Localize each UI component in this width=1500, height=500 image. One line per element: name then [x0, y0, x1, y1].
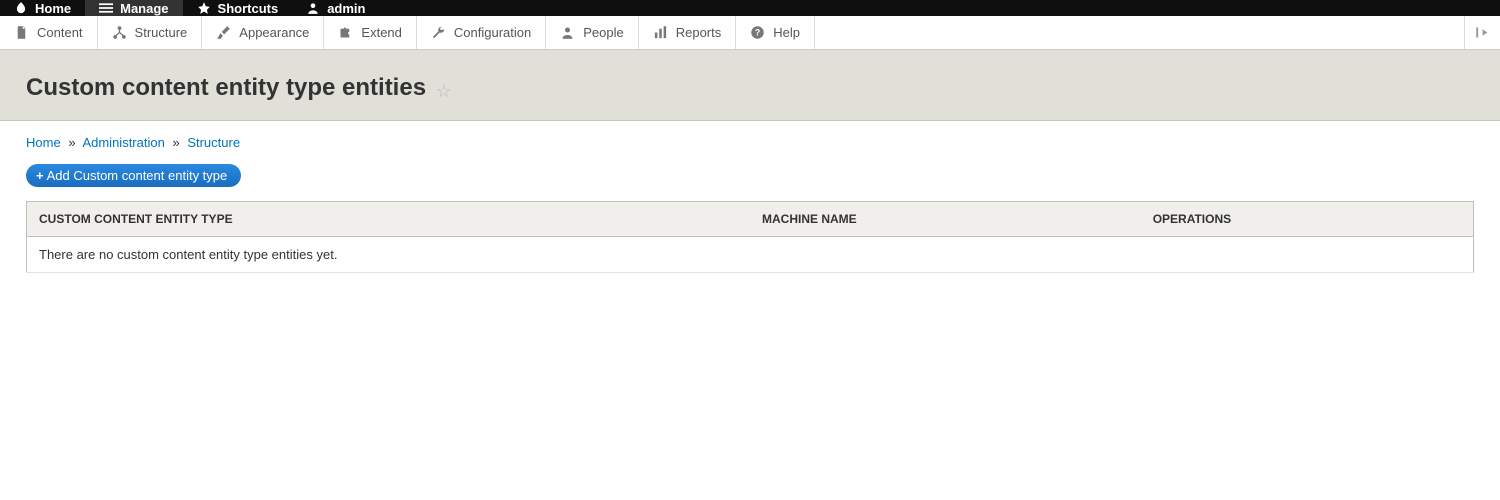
toolbar-manage-label: Manage	[120, 1, 168, 16]
entity-type-table: CUSTOM CONTENT ENTITY TYPE MACHINE NAME …	[26, 201, 1474, 273]
hamburger-icon	[99, 1, 113, 15]
user-icon	[306, 1, 320, 15]
menu-extend[interactable]: Extend	[324, 16, 416, 49]
file-icon	[14, 25, 29, 40]
menu-help[interactable]: ? Help	[736, 16, 815, 49]
title-region: Custom content entity type entities ☆	[0, 50, 1500, 121]
menu-structure[interactable]: Structure	[98, 16, 203, 49]
menu-appearance[interactable]: Appearance	[202, 16, 324, 49]
col-machine: MACHINE NAME	[750, 202, 1141, 237]
svg-text:?: ?	[755, 28, 760, 38]
menu-reports-label: Reports	[676, 25, 722, 40]
favorite-star-icon[interactable]: ☆	[436, 81, 452, 101]
breadcrumb-sep: »	[68, 135, 75, 150]
puzzle-icon	[338, 25, 353, 40]
star-icon	[197, 1, 211, 15]
wrench-icon	[431, 25, 446, 40]
breadcrumb-structure[interactable]: Structure	[187, 135, 240, 150]
toolbar-user-label: admin	[327, 1, 365, 16]
content-region: + Add Custom content entity type CUSTOM …	[0, 164, 1500, 299]
hierarchy-icon	[112, 25, 127, 40]
help-icon: ?	[750, 25, 765, 40]
toolbar-shortcuts[interactable]: Shortcuts	[183, 0, 293, 16]
table-empty-row: There are no custom content entity type …	[27, 237, 1474, 273]
menu-help-label: Help	[773, 25, 800, 40]
drupal-icon	[14, 1, 28, 15]
breadcrumb-administration[interactable]: Administration	[82, 135, 164, 150]
menu-appearance-label: Appearance	[239, 25, 309, 40]
toolbar-user[interactable]: admin	[292, 0, 379, 16]
page-title: Custom content entity type entities	[26, 74, 426, 101]
table-header-row: CUSTOM CONTENT ENTITY TYPE MACHINE NAME …	[27, 202, 1474, 237]
breadcrumb-home[interactable]: Home	[26, 135, 61, 150]
add-button-label: Add Custom content entity type	[47, 168, 228, 183]
table-empty-message: There are no custom content entity type …	[27, 237, 1474, 273]
people-icon	[560, 25, 575, 40]
menu-people[interactable]: People	[546, 16, 638, 49]
toolbar-home[interactable]: Home	[0, 0, 85, 16]
admin-menu: Content Structure Appearance Extend Conf…	[0, 16, 1500, 50]
toolbar-shortcuts-label: Shortcuts	[218, 1, 279, 16]
paintbrush-icon	[216, 25, 231, 40]
menu-people-label: People	[583, 25, 623, 40]
toolbar-manage[interactable]: Manage	[85, 0, 182, 16]
menu-configuration[interactable]: Configuration	[417, 16, 546, 49]
menu-structure-label: Structure	[135, 25, 188, 40]
menu-reports[interactable]: Reports	[639, 16, 737, 49]
menu-content[interactable]: Content	[0, 16, 98, 49]
menu-collapse[interactable]	[1464, 16, 1500, 49]
menu-spacer	[815, 16, 1464, 49]
add-entity-type-button[interactable]: + Add Custom content entity type	[26, 164, 241, 187]
col-name: CUSTOM CONTENT ENTITY TYPE	[27, 202, 751, 237]
breadcrumb: Home » Administration » Structure	[0, 121, 1500, 164]
top-toolbar: Home Manage Shortcuts admin	[0, 0, 1500, 16]
breadcrumb-sep: »	[172, 135, 179, 150]
menu-content-label: Content	[37, 25, 83, 40]
col-ops: OPERATIONS	[1141, 202, 1474, 237]
menu-extend-label: Extend	[361, 25, 401, 40]
toolbar-home-label: Home	[35, 1, 71, 16]
plus-icon: +	[36, 168, 44, 183]
menu-configuration-label: Configuration	[454, 25, 531, 40]
collapse-icon	[1475, 25, 1490, 40]
bar-chart-icon	[653, 25, 668, 40]
